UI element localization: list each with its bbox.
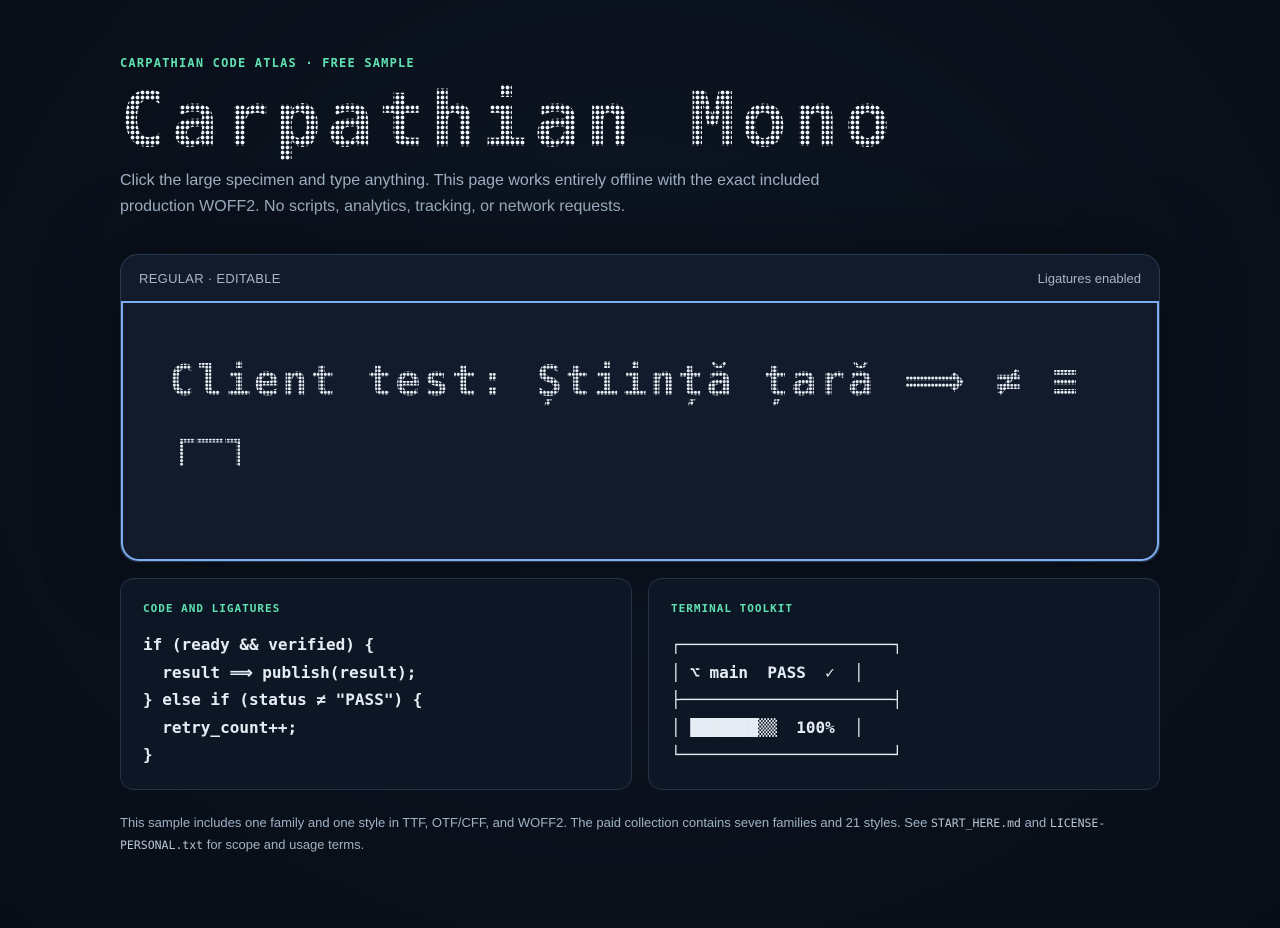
footnote: This sample includes one family and one … [120, 812, 1120, 856]
code-ligatures-panel: CODE AND LIGATURES if (ready && verified… [120, 578, 632, 790]
footnote-text-2: and [1020, 815, 1050, 830]
specimen-editor[interactable]: Client test: Știință țară ⟹ ≠ ≡ ┌─┐ [121, 301, 1159, 561]
terminal-box-sample: ┌──────────────────────┐ │ ⌥ main PASS ✓… [671, 635, 903, 764]
specimen-header: REGULAR · EDITABLE Ligatures enabled [121, 255, 1159, 301]
code-sample: if (ready && verified) { result ⟹ publis… [143, 635, 423, 764]
terminal-panel-title: TERMINAL TOOLKIT [671, 602, 793, 615]
specimen-text[interactable]: Client test: Știință țară ⟹ ≠ ≡ ┌─┐ [169, 351, 1099, 471]
specimen-card: REGULAR · EDITABLE Ligatures enabled Cli… [120, 254, 1160, 562]
start-here-filename: START_HERE.md [930, 816, 1021, 830]
specimen-style-label: REGULAR · EDITABLE [139, 270, 281, 286]
eyebrow-label: CARPATHIAN CODE ATLAS · FREE SAMPLE [120, 56, 415, 70]
ligature-status: Ligatures enabled [1037, 270, 1141, 286]
intro-text: Click the large specimen and type anythi… [120, 172, 820, 215]
footnote-text-1: This sample includes one family and one … [120, 815, 931, 830]
code-panel-title: CODE AND LIGATURES [143, 602, 281, 615]
terminal-toolkit-panel: TERMINAL TOOLKIT ┌──────────────────────… [648, 578, 1160, 790]
footnote-text-3: for scope and usage terms. [203, 837, 365, 852]
page-title: Carpathian Mono [120, 75, 897, 164]
